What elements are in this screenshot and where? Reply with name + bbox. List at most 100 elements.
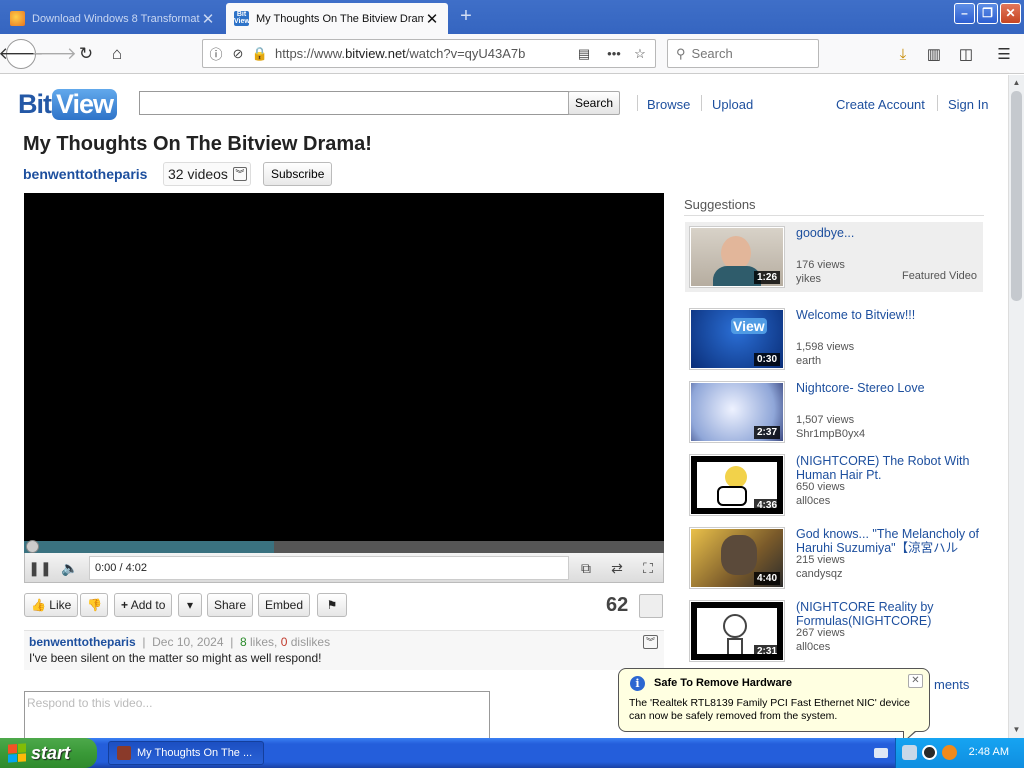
suggestion-channel[interactable]: yikes	[796, 273, 821, 285]
suggestion-title[interactable]: God knows... "The Melancholy of Haruhi S…	[796, 527, 981, 555]
close-tab-icon[interactable]: ✕	[200, 10, 216, 28]
home-button[interactable]: ⌂	[103, 40, 131, 68]
taskbar: start My Thoughts On The ... 2:48 AM	[0, 738, 1024, 768]
loop-icon[interactable]: ⇄	[604, 556, 630, 580]
suggestion-thumbnail[interactable]: 1:26	[689, 226, 785, 288]
video-player[interactable]	[24, 193, 664, 541]
suggestion-thumbnail[interactable]: 4:40	[689, 527, 785, 589]
suggestion-title[interactable]: (NIGHTCORE Reality by Formulas(NIGHTCORE…	[796, 600, 981, 628]
downloads-icon[interactable]: ⤓	[891, 42, 915, 66]
start-button[interactable]: start	[0, 738, 97, 768]
suggestion-channel[interactable]: candysqz	[796, 568, 842, 580]
tab-download-windows[interactable]: Download Windows 8 Transformati ✕	[2, 3, 224, 34]
like-button[interactable]: 👍 Like	[24, 593, 79, 617]
reader-view-icon[interactable]: ▤	[575, 46, 593, 62]
scrollbar-thumb[interactable]	[1011, 91, 1022, 301]
suggestion-channel[interactable]: all0ces	[796, 495, 830, 507]
suggestion-item[interactable]: 2:37 Nightcore- Stereo Love 1,507 views …	[685, 377, 983, 447]
network-icon[interactable]	[922, 745, 937, 760]
suggestion-channel[interactable]: earth	[796, 355, 821, 367]
tab-bitview-video[interactable]: Bit View My Thoughts On The Bitview Drama…	[226, 3, 448, 34]
seek-bar[interactable]	[24, 540, 664, 553]
uploader-link[interactable]: benwenttotheparis	[23, 166, 147, 182]
upload-link[interactable]: Upload	[712, 97, 753, 112]
expand-description-icon[interactable]: ︾	[643, 635, 658, 649]
suggestion-views: 650 views	[796, 481, 845, 493]
subscribe-button[interactable]: Subscribe	[263, 162, 333, 186]
new-tab-button[interactable]: +	[455, 4, 477, 28]
menu-icon[interactable]: ☰	[992, 42, 1016, 66]
site-search-input[interactable]	[139, 91, 569, 115]
suggestion-views: 267 views	[796, 627, 845, 639]
safe-remove-notification[interactable]: i Safe To Remove Hardware ✕ The 'Realtek…	[618, 668, 930, 743]
suggestion-thumbnail[interactable]: 2:37	[689, 381, 785, 443]
search-tray-icon[interactable]	[942, 745, 957, 760]
minimize-button[interactable]: –	[954, 3, 975, 24]
create-account-link[interactable]: Create Account	[836, 97, 925, 112]
likes-word: likes,	[250, 635, 278, 649]
close-notification-button[interactable]: ✕	[908, 674, 923, 688]
video-count-dropdown[interactable]: 32 videos ︾	[163, 162, 251, 186]
permissions-icon[interactable]: ⊘	[229, 46, 247, 62]
forward-button[interactable]: 🡒	[31, 40, 77, 68]
task-label: My Thoughts On The ...	[137, 747, 253, 759]
suggestion-item[interactable]: View 0:30 Welcome to Bitview!!! 1,598 vie…	[685, 304, 983, 374]
page-actions-icon[interactable]: •••	[605, 46, 623, 61]
suggestion-title[interactable]: (NIGHTCORE) The Robot With Human Hair Pt…	[796, 454, 981, 482]
close-window-button[interactable]: ✕	[1000, 3, 1021, 24]
sign-in-link[interactable]: Sign In	[948, 97, 988, 112]
suggestion-title[interactable]: goodbye...	[796, 226, 981, 240]
lock-icon[interactable]: 🔒	[251, 46, 269, 62]
close-tab-icon[interactable]: ✕	[424, 10, 440, 28]
info-uploader-link[interactable]: benwenttotheparis	[29, 635, 136, 649]
fullscreen-icon[interactable]: ⛶	[635, 556, 661, 580]
popout-icon[interactable]: ⧉	[573, 556, 599, 580]
keyboard-icon[interactable]	[874, 748, 888, 758]
suggestion-thumbnail[interactable]: 2:31	[689, 600, 785, 662]
library-icon[interactable]: ▥	[922, 42, 946, 66]
add-to-dropdown[interactable]: ▾	[178, 593, 202, 617]
suggestion-channel[interactable]: all0ces	[796, 641, 830, 653]
flag-button[interactable]: ⚑	[317, 593, 347, 617]
reload-button[interactable]: ↻	[72, 40, 100, 68]
info-icon[interactable]: ⓘ	[207, 44, 225, 63]
stats-button[interactable]	[639, 594, 663, 618]
volume-icon[interactable]: 🔈	[57, 556, 83, 580]
suggestion-thumbnail[interactable]: 4:36	[689, 454, 785, 516]
dislike-button[interactable]: 👎	[80, 593, 108, 617]
suggestion-title[interactable]: Welcome to Bitview!!!	[796, 308, 981, 322]
page-scrollbar[interactable]: ▲ ▼	[1008, 75, 1024, 738]
sidebar-icon[interactable]: ◫	[954, 42, 978, 66]
url-text[interactable]: https://www.bitview.net/watch?v=qyU43A7b	[275, 46, 571, 61]
restore-button[interactable]: ❐	[977, 3, 998, 24]
scroll-up-icon[interactable]: ▲	[1009, 75, 1024, 91]
bookmark-star-icon[interactable]: ☆	[631, 46, 649, 62]
partial-link-text[interactable]: ments	[934, 677, 969, 692]
browse-link[interactable]: Browse	[647, 97, 690, 112]
taskbar-item-firefox[interactable]: My Thoughts On The ...	[108, 741, 264, 765]
suggestion-thumbnail[interactable]: View 0:30	[689, 308, 785, 370]
suggestion-views: 215 views	[796, 554, 845, 566]
suggestion-item[interactable]: 2:31 (NIGHTCORE Reality by Formulas(NIGH…	[685, 596, 983, 666]
bitview-logo[interactable]: Bit View	[18, 84, 118, 124]
suggestion-item[interactable]: 4:36 (NIGHTCORE) The Robot With Human Ha…	[685, 450, 983, 520]
embed-button[interactable]: Embed	[258, 593, 311, 617]
comment-textarea[interactable]: Respond to this video...	[24, 691, 490, 738]
safe-remove-icon[interactable]	[902, 745, 917, 760]
suggestion-item[interactable]: 1:26 goodbye... 176 views yikes Featured…	[685, 222, 983, 292]
suggestion-views: 176 views	[796, 259, 845, 271]
share-button[interactable]: Share	[207, 593, 254, 617]
site-search-button[interactable]: Search	[568, 91, 620, 115]
scroll-down-icon[interactable]: ▼	[1009, 722, 1024, 738]
thumbs-down-icon: 👎	[87, 598, 102, 612]
address-bar[interactable]: ⓘ ⊘ 🔒 https://www.bitview.net/watch?v=qy…	[202, 39, 656, 68]
browser-search-input[interactable]: ⚲ Search	[667, 39, 819, 68]
suggestion-title[interactable]: Nightcore- Stereo Love	[796, 381, 981, 395]
add-to-button[interactable]: + Add to	[114, 593, 173, 617]
likes-total: 62	[606, 594, 629, 616]
suggestion-channel[interactable]: Shr1mpB0yx4	[796, 428, 865, 440]
suggestion-item[interactable]: 4:40 God knows... "The Melancholy of Har…	[685, 523, 983, 593]
play-pause-button[interactable]: ❚❚	[27, 556, 53, 580]
seek-handle[interactable]	[26, 540, 39, 553]
suggestions-heading: Suggestions	[684, 197, 756, 212]
